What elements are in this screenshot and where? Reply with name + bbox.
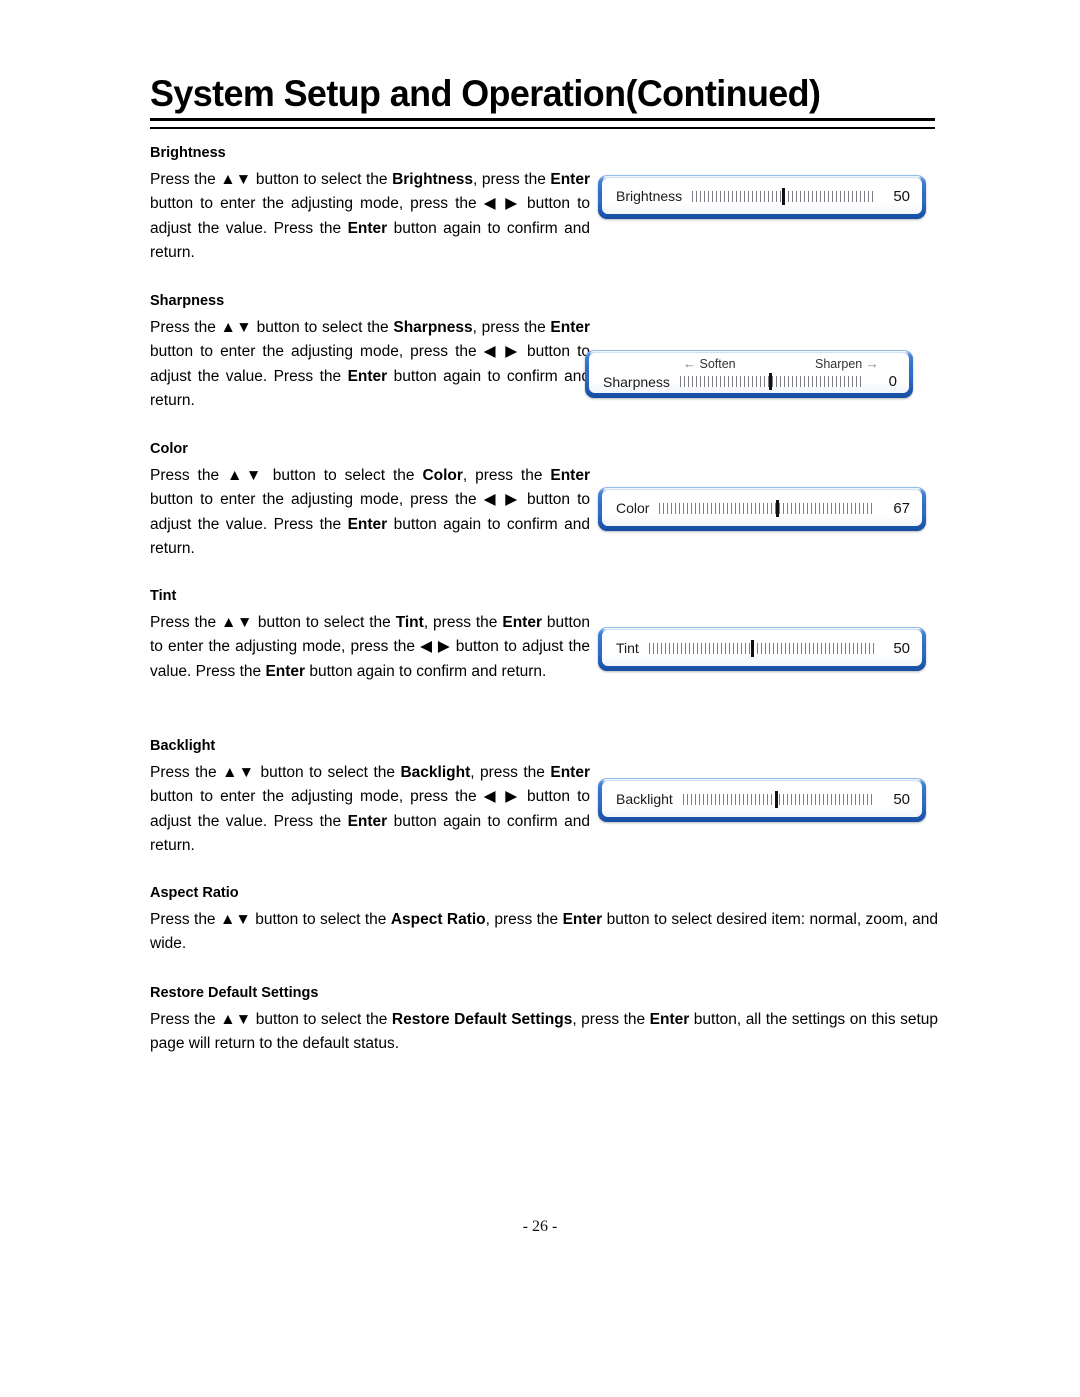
osd-slider-cursor[interactable] bbox=[776, 499, 780, 517]
section-heading-restore-defaults: Restore Default Settings bbox=[150, 985, 319, 1001]
osd-hint-sharpen: Sharpen → bbox=[815, 356, 879, 371]
section-backlight: Backlight Press the ▲▼ button to select … bbox=[150, 736, 590, 859]
section-sharpness: Sharpness Press the ▲▼ button to select … bbox=[150, 291, 590, 414]
osd-row: Sharpness 0 bbox=[589, 370, 909, 393]
osd-value-brightness: 50 bbox=[893, 187, 910, 205]
osd-label-brightness: Brightness bbox=[616, 188, 683, 204]
osd-hint-sharpen-label: Sharpen bbox=[815, 357, 863, 371]
osd-tint-bar: Tint 50 bbox=[598, 627, 926, 671]
section-body-brightness: Press the ▲▼ button to select the Bright… bbox=[150, 171, 590, 262]
section-aspect-ratio: Aspect Ratio Press the ▲▼ button to sele… bbox=[150, 883, 938, 957]
arrow-right-icon: → bbox=[865, 356, 879, 371]
section-heading-backlight: Backlight bbox=[150, 738, 216, 754]
page-title-block: System Setup and Operation(Continued) bbox=[150, 72, 940, 129]
section-color: Color Press the ▲▼ button to select the … bbox=[150, 439, 590, 562]
osd-sharpness-bar: ← Soften Sharpen → Sharpness 0 bbox=[585, 350, 913, 398]
osd-label-sharpness: Sharpness bbox=[603, 373, 670, 390]
section-body-sharpness: Press the ▲▼ button to select the Sharpn… bbox=[150, 319, 591, 410]
osd-row: Color 67 bbox=[602, 495, 922, 521]
osd-label-color: Color bbox=[616, 500, 650, 516]
osd-label-tint: Tint bbox=[616, 640, 639, 656]
osd-backlight-bar: Backlight 50 bbox=[598, 778, 926, 822]
osd-slider-track-sharpness[interactable] bbox=[679, 373, 861, 391]
page-title: System Setup and Operation(Continued) bbox=[150, 73, 821, 114]
osd-value-color: 67 bbox=[893, 499, 910, 517]
page-number-footer: - 26 - bbox=[522, 1218, 558, 1235]
osd-slider-track-brightness[interactable] bbox=[692, 187, 874, 205]
osd-inner-panel: Brightness 50 bbox=[602, 178, 922, 214]
osd-row: Tint 50 bbox=[602, 635, 922, 661]
manual-page: System Setup and Operation(Continued) Br… bbox=[0, 0, 1080, 1397]
section-heading-aspect-ratio: Aspect Ratio bbox=[150, 885, 239, 901]
section-body-backlight: Press the ▲▼ button to select the Backli… bbox=[150, 764, 590, 855]
osd-hint-soften: ← Soften bbox=[683, 356, 736, 371]
osd-inner-panel: Backlight 50 bbox=[602, 781, 922, 817]
section-body-color: Press the ▲▼ button to select the Color,… bbox=[150, 467, 590, 558]
section-restore-defaults: Restore Default Settings Press the ▲▼ bu… bbox=[150, 983, 938, 1057]
osd-brightness-bar: Brightness 50 bbox=[598, 175, 926, 219]
osd-slider-track-tint[interactable] bbox=[648, 639, 874, 657]
osd-color-bar: Color 67 bbox=[598, 487, 926, 531]
title-underline-rule bbox=[150, 118, 935, 129]
osd-slider-cursor[interactable] bbox=[782, 187, 786, 205]
osd-row: Brightness 50 bbox=[602, 183, 922, 209]
osd-value-tint: 50 bbox=[893, 639, 910, 657]
section-brightness: Brightness Press the ▲▼ button to select… bbox=[150, 143, 590, 266]
osd-value-backlight: 50 bbox=[893, 790, 910, 808]
section-heading-sharpness: Sharpness bbox=[150, 293, 225, 309]
osd-inner-panel: ← Soften Sharpen → Sharpness 0 bbox=[589, 353, 909, 393]
section-heading-brightness: Brightness bbox=[150, 145, 226, 161]
osd-row: Backlight 50 bbox=[602, 786, 922, 812]
osd-slider-track-color[interactable] bbox=[659, 499, 874, 517]
osd-inner-panel: Color 67 bbox=[602, 490, 922, 526]
osd-slider-cursor[interactable] bbox=[751, 639, 755, 657]
osd-hint-soften-label: Soften bbox=[699, 357, 736, 371]
osd-inner-panel: Tint 50 bbox=[602, 630, 922, 666]
osd-slider-cursor[interactable] bbox=[775, 790, 779, 808]
osd-label-backlight: Backlight bbox=[616, 791, 673, 807]
section-body-aspect-ratio: Press the ▲▼ button to select the Aspect… bbox=[150, 911, 938, 953]
arrow-left-icon: ← bbox=[683, 356, 696, 371]
section-body-restore-defaults: Press the ▲▼ button to select the Restor… bbox=[150, 1011, 938, 1053]
osd-slider-track-backlight[interactable] bbox=[682, 790, 874, 808]
section-tint: Tint Press the ▲▼ button to select the T… bbox=[150, 586, 590, 684]
osd-hints-row: ← Soften Sharpen → bbox=[589, 353, 909, 371]
section-body-tint: Press the ▲▼ button to select the Tint, … bbox=[150, 614, 591, 680]
osd-slider-cursor[interactable] bbox=[769, 373, 773, 391]
osd-value-sharpness: 0 bbox=[888, 373, 897, 391]
section-heading-color: Color bbox=[150, 441, 188, 457]
section-heading-tint: Tint bbox=[150, 588, 177, 604]
